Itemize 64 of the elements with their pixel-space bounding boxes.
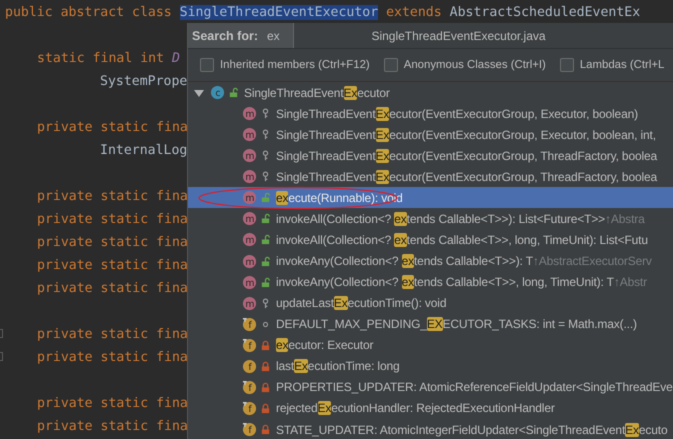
- code-line: private static fina: [37, 350, 188, 365]
- search-match: Ex: [376, 148, 390, 163]
- tree-item[interactable]: f STATE_UPDATER: AtomicIntegerFieldUpdater<SingleThreadEventExecuto: [188, 419, 673, 439]
- method-icon: m: [242, 254, 257, 269]
- method-icon: m: [242, 148, 257, 164]
- field-icon: f: [242, 338, 257, 353]
- code-line: private static fina: [37, 396, 188, 411]
- code-line: private static fina: [37, 281, 188, 296]
- code-line: private static fina: [37, 419, 188, 434]
- code-line: SystemPrope: [100, 74, 188, 89]
- tree-item[interactable]: m SingleThreadEventExecutor(EventExecutorGroup, Executor, boolean): [188, 103, 673, 124]
- tree-item[interactable]: m SingleThreadEventExecutor(EventExecutorGroup, ThreadFactory, boolea: [188, 166, 673, 188]
- search-match: ex: [394, 232, 407, 247]
- search-match: ex: [394, 212, 407, 226]
- code-line: private static fina: [37, 235, 188, 250]
- field-icon: f: [242, 400, 257, 416]
- field-icon: f: [242, 422, 257, 438]
- option-checkbox[interactable]: Inherited members (Ctrl+F12): [200, 58, 370, 72]
- tree-item[interactable]: m invokeAny(Collection<? extends Callable<T>>, long, TimeUnit): T↑Abstr: [188, 272, 673, 293]
- tree-item[interactable]: f rejectedExecutionHandler: RejectedExecutionHandler: [188, 398, 673, 419]
- method-icon: m: [242, 211, 257, 226]
- code-line: InternalLog: [100, 143, 188, 158]
- tree-item[interactable]: m updateLastExecutionTime(): void: [188, 292, 673, 314]
- tree-item[interactable]: m SingleThreadEventExecutor(EventExecutorGroup, Executor, boolean, int,: [188, 124, 673, 146]
- method-icon: m: [242, 274, 257, 290]
- code-line: private static fina: [37, 212, 188, 227]
- search-match: Ex: [294, 359, 308, 374]
- field-icon: f: [242, 358, 257, 374]
- option-checkbox[interactable]: Anonymous Classes (Ctrl+I): [384, 58, 546, 72]
- method-icon: m: [242, 169, 257, 184]
- tree-item[interactable]: f lastExecutionTime: long: [188, 356, 673, 377]
- method-icon: m: [242, 106, 257, 122]
- method-icon: m: [242, 127, 257, 142]
- method-icon: m: [242, 296, 257, 311]
- code-line: private static fina: [37, 258, 188, 273]
- search-match: Ex: [334, 296, 348, 310]
- tree-item[interactable]: f DEFAULT_MAX_PENDING_EXECUTOR_TASKS: int = Math.max(...): [188, 314, 673, 335]
- code-line: private static fina: [37, 327, 188, 342]
- search-match: ex: [402, 254, 414, 268]
- code-line: public abstract class SingleThreadEventExecutor extends AbstractScheduledEventEx: [5, 5, 640, 20]
- tree-item[interactable]: m SingleThreadEventExecutor(EventExecutorGroup, ThreadFactory, boolea: [188, 145, 673, 166]
- field-icon: f: [242, 316, 257, 332]
- option-checkbox[interactable]: Lambdas (Ctrl+L: [560, 58, 664, 72]
- code-line: static final int D: [37, 51, 180, 66]
- tree-item[interactable]: c SingleThreadEventExecutor: [188, 82, 673, 104]
- method-icon: m: [242, 190, 257, 206]
- expand-toggle-icon[interactable]: [194, 88, 204, 98]
- code-line: private static fina: [37, 120, 188, 135]
- search-match: Ex: [344, 86, 358, 100]
- search-match: Ex: [376, 170, 390, 184]
- search-match: EX: [426, 317, 443, 332]
- search-match: Ex: [318, 401, 332, 416]
- search-match: Ex: [376, 106, 390, 121]
- search-field[interactable]: Search for: ex: [188, 23, 294, 48]
- search-match: Ex: [625, 422, 639, 437]
- search-match: Ex: [376, 128, 390, 142]
- tree-item[interactable]: m invokeAny(Collection<? extends Callable<T>>): T↑AbstractExecutorServ: [188, 250, 673, 272]
- field-icon: f: [242, 380, 257, 395]
- file-name: SingleThreadEventExecutor.java: [370, 28, 547, 42]
- class-icon: c: [210, 85, 225, 100]
- tree-item[interactable]: f PROPERTIES_UPDATER: AtomicReferenceFieldUpdater<SingleThreadEve: [188, 376, 673, 398]
- method-icon: m: [242, 232, 257, 248]
- search-match: ex: [402, 275, 414, 290]
- code-line: private static fina: [37, 189, 188, 204]
